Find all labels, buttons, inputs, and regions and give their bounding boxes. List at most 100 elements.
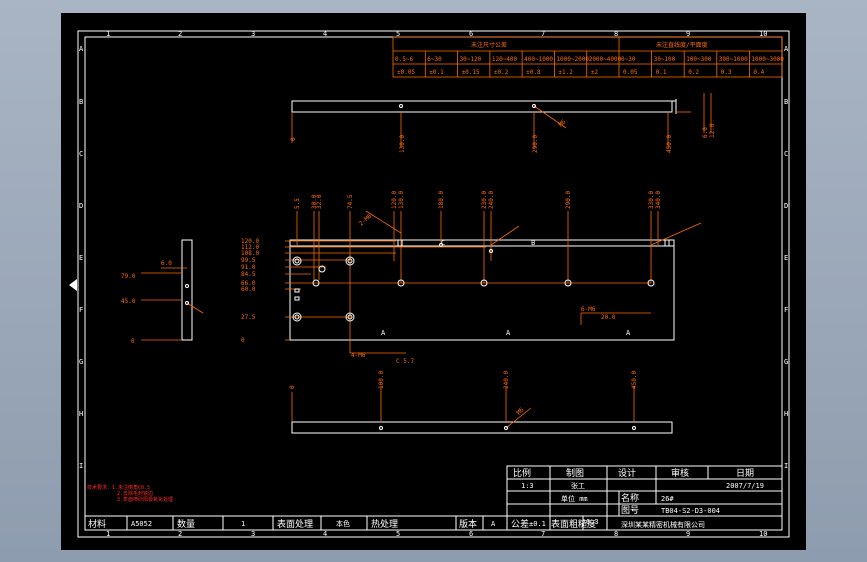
front-left-dim: 108.0 xyxy=(241,250,259,257)
title-block: 比例 制图 设计 审核 日期 1:3 张工 2007/7/19 名称 26# 图… xyxy=(85,465,783,531)
front-note-1: 4-M6 xyxy=(351,352,366,359)
tb-material: A5052 xyxy=(131,520,152,528)
tolerance-range: 30~100 xyxy=(654,56,676,63)
tolerance-value: ±1.2 xyxy=(558,69,573,76)
column-label: 3 xyxy=(251,30,255,38)
row-label: B xyxy=(784,98,788,106)
front-left-dim: 91.0 xyxy=(241,264,256,271)
row-label: H xyxy=(784,410,788,418)
row-label: B xyxy=(79,98,83,106)
tolerance-range: 300~1000 xyxy=(719,56,748,63)
tb-scale: 1:3 xyxy=(521,482,534,490)
side-view: 6.0 79.0 45.0 0 xyxy=(121,239,204,345)
tolerance-range: 30~120 xyxy=(460,56,482,63)
tolerance-value: 0.2 xyxy=(688,69,699,76)
column-label: 1 xyxy=(106,530,110,538)
side-view-dim: 6.0 xyxy=(161,260,172,267)
letter-mark-2: A xyxy=(506,329,511,337)
column-label: 7 xyxy=(541,530,545,538)
tb-header-scale: 比例 xyxy=(513,467,531,479)
column-label: 4 xyxy=(323,530,327,538)
top-view: 0 130.0 290.0 450.0 6.0 12.0 M6 xyxy=(290,93,716,153)
tb-qty-label: 名称 xyxy=(621,492,639,504)
tolerance-value: 0.4 xyxy=(753,69,764,76)
top-view-dim: 290.0 xyxy=(532,135,539,153)
bottom-view-dim: 240.0 xyxy=(503,371,510,389)
column-label: 10 xyxy=(759,530,767,538)
tolerance-range: 1000~3000 xyxy=(751,56,784,63)
front-left-dim: 0 xyxy=(241,337,245,344)
tb-header-review: 审核 xyxy=(671,467,689,479)
column-label: 2 xyxy=(178,30,182,38)
drawing-viewport[interactable]: 1 1 2 2 3 3 4 4 5 5 6 6 7 7 8 8 9 9 10 10 AABBCCDDEEFFGGHHI… xyxy=(61,13,806,550)
top-view-dim: 0 xyxy=(290,137,297,141)
tolerance-range: 6~30 xyxy=(427,56,442,63)
front-view: 5.5 30.032.0 74.5 120.0 130.0 180.0 230.0 240.0… xyxy=(241,191,702,365)
row-label: D xyxy=(79,202,83,210)
row-label: C xyxy=(784,150,788,158)
top-view-dim: 450.0 xyxy=(666,135,673,153)
technical-note: 技术要求：1.未注倒角C0.5 2.去除毛刺锐边 3.表面喷砂阳极氧化处理 xyxy=(87,484,173,503)
column-label: 8 xyxy=(614,530,618,538)
front-top-dim: 240.0 xyxy=(488,191,495,209)
front-top-dim: 340.0 xyxy=(655,191,662,209)
cad-drawing: 1122334455667788991010 A AB BC CD DE EF FG GH HI… xyxy=(69,30,790,538)
tb-version-label: 版本 xyxy=(459,518,477,530)
front-left-dim: 27.5 xyxy=(241,314,256,321)
tb-date: 2007/7/19 xyxy=(726,482,764,490)
column-label: 4 xyxy=(323,30,327,38)
top-view-dim: 6.0 xyxy=(702,127,709,138)
row-label: C xyxy=(79,150,83,158)
tb-header-date: 日期 xyxy=(736,468,754,479)
tb-tolerance: ±0.1 xyxy=(529,520,546,528)
tb-count: 1 xyxy=(241,520,245,528)
letter-mark-3: A xyxy=(626,329,631,337)
tech-note-line-3: 3.表面喷砂阳极氧化处理 xyxy=(117,496,173,503)
tolerance-range: 1000~2000 xyxy=(556,56,589,63)
tolerance-value: ±0.15 xyxy=(462,69,480,76)
tolerance-range: 120~400 xyxy=(492,56,518,63)
side-view-dim: 0 xyxy=(131,338,135,345)
row-label: I xyxy=(784,462,788,470)
front-top-dim: 5.5 xyxy=(294,198,301,209)
tolerance-value: 0.05 xyxy=(623,69,638,76)
column-labels: 1122334455667788991010 xyxy=(106,30,767,538)
tolerance-value: ±2 xyxy=(591,69,599,76)
bottom-view-callout: M6 xyxy=(515,406,525,416)
tech-note-line-2: 2.去除毛刺锐边 xyxy=(117,490,153,497)
row-label: F xyxy=(79,306,83,314)
tolerance-header-right: 未注直线度/平面度 xyxy=(656,41,708,49)
bottom-view-dim: 100.0 xyxy=(378,371,385,389)
tb-version: A xyxy=(491,520,496,528)
tolerance-value: 0.3 xyxy=(721,69,732,76)
front-note-3: 2-M6 xyxy=(358,213,374,228)
column-label: 6 xyxy=(469,530,473,538)
row-label: G xyxy=(79,358,83,366)
tolerance-value: ±0.8 xyxy=(526,69,541,76)
column-label: 1 xyxy=(106,30,110,38)
bottom-view: 0 100.0 240.0 450.0 M6 xyxy=(289,371,673,434)
tolerance-value: 0.1 xyxy=(656,69,667,76)
row-label: A xyxy=(79,45,84,53)
front-left-dim: 99.5 xyxy=(241,257,256,264)
top-view-dim: 12.0 xyxy=(709,123,716,138)
tolerance-range: 0~30 xyxy=(621,56,636,63)
outer-border xyxy=(77,30,790,538)
tb-surface-label: 表面处理 xyxy=(277,518,313,530)
letter-mark-5: C xyxy=(441,239,445,247)
row-label: A xyxy=(784,45,789,53)
tb-part-name: 26# xyxy=(661,495,674,503)
front-top-dim: 120.0 xyxy=(391,191,398,209)
tolerance-value: ±0.2 xyxy=(494,69,509,76)
row-labels: A A B B C C D D E E F F G G H H I I xyxy=(79,45,789,470)
bottom-view-dim: 0 xyxy=(289,385,296,389)
tb-tolerance-label: 公差 xyxy=(511,518,529,530)
front-left-dim: 84.5 xyxy=(241,271,256,278)
tolerance-range: 100~300 xyxy=(686,56,712,63)
tb-company: 深圳某某精密机械有限公司 xyxy=(621,520,705,529)
front-top-dim: 290.0 xyxy=(565,191,572,209)
tb-drawing-no: TB04-S2-D3-004 xyxy=(661,507,720,515)
letter-mark-4: B xyxy=(531,239,535,247)
column-label: 9 xyxy=(686,530,690,538)
front-note-2: 6-M6 xyxy=(581,306,596,313)
